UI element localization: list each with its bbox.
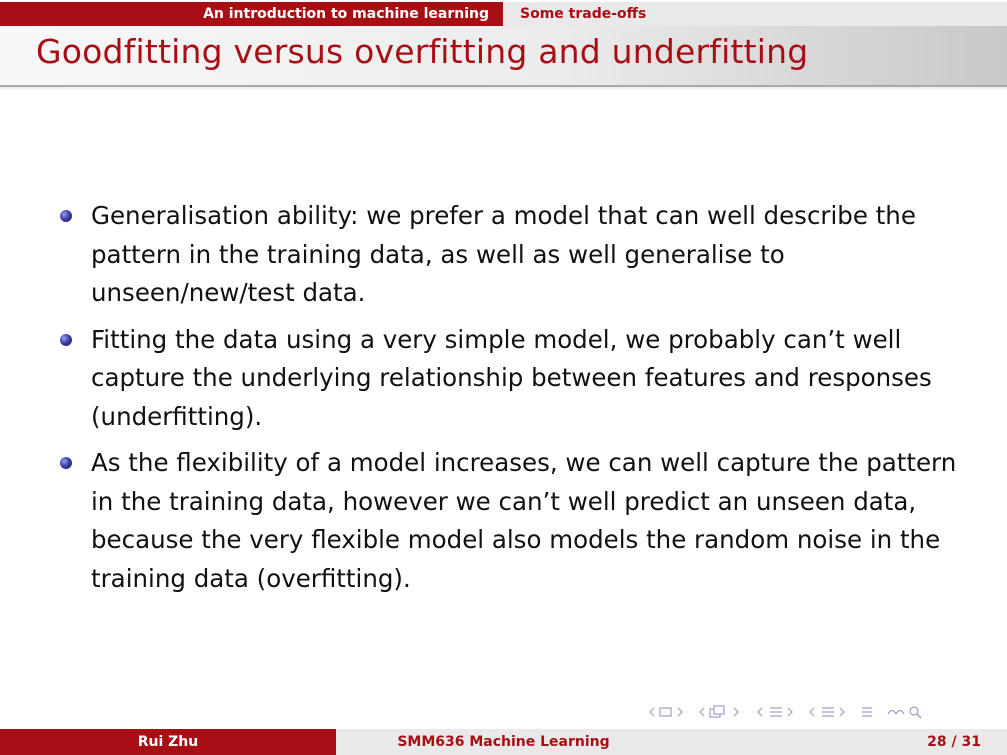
nav-subsection-link[interactable]: Some trade-offs [503, 2, 1007, 26]
footer-page-number: 28 / 31 [671, 729, 1007, 755]
footer-author-label: Rui Zhu [137, 734, 199, 750]
bullet-dot-icon [60, 457, 72, 469]
bullet-text: Generalisation ability: we prefer a mode… [91, 201, 916, 307]
subsection-nav-icon[interactable] [698, 705, 744, 723]
bullet-item: Fitting the data using a very simple mod… [60, 321, 985, 437]
bullet-item: Generalisation ability: we prefer a mode… [60, 197, 985, 313]
title-shadow [0, 85, 1007, 91]
nav-subsection-label: Some trade-offs [520, 6, 647, 22]
footer-course-label: SMM636 Machine Learning [397, 734, 610, 750]
footer-page-label: 28 / 31 [927, 734, 981, 750]
doc-nav-icon[interactable] [808, 705, 848, 723]
bullet-dot-icon [60, 210, 72, 222]
footer-author: Rui Zhu [0, 729, 336, 755]
header-nav-bar: An introduction to machine learning Some… [0, 0, 1007, 26]
beamer-navigation-symbols [648, 705, 926, 723]
title-band: Goodfitting versus overfitting and under… [0, 26, 1007, 91]
bullet-text: Fitting the data using a very simple mod… [91, 324, 932, 431]
search-icon[interactable] [886, 705, 926, 723]
nav-section-link[interactable]: An introduction to machine learning [0, 2, 503, 26]
footer-bar: Rui Zhu SMM636 Machine Learning 28 / 31 [0, 729, 1007, 755]
section-nav-icon[interactable] [756, 705, 796, 723]
bullet-text: As the flexibility of a model increases,… [91, 448, 957, 593]
bullet-dot-icon [60, 333, 72, 346]
bullet-list: Generalisation ability: we prefer a mode… [60, 197, 985, 606]
frame-nav-icon[interactable] [648, 706, 686, 722]
footer-course: SMM636 Machine Learning [336, 729, 671, 755]
nav-section-label: An introduction to machine learning [203, 6, 489, 22]
bullet-item: As the flexibility of a model increases,… [60, 444, 985, 598]
align-icon[interactable] [860, 705, 874, 723]
slide-title: Goodfitting versus overfitting and under… [36, 32, 809, 71]
